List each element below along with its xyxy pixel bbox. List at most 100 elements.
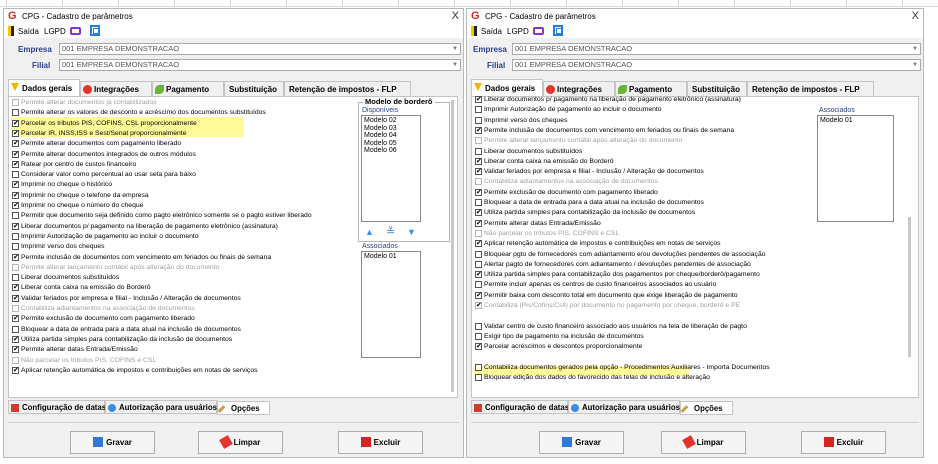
checkbox[interactable] xyxy=(12,274,19,282)
exit-door-icon[interactable] xyxy=(471,26,477,36)
tab-retencao-flp[interactable]: Retenção de impostos - FLP xyxy=(747,81,874,96)
tab-autorizacao-usuarios[interactable]: Autorização para usuários xyxy=(105,400,217,414)
checkbox[interactable] xyxy=(12,201,19,210)
checkbox[interactable] xyxy=(12,160,19,169)
checkbox[interactable] xyxy=(12,356,19,364)
exit-door-icon[interactable] xyxy=(8,26,14,36)
chevron-down-icon[interactable]: ▼ xyxy=(451,61,459,69)
checkbox[interactable] xyxy=(12,139,19,148)
monitor-icon[interactable] xyxy=(70,27,81,35)
tab-integracoes[interactable]: Integrações xyxy=(543,81,615,96)
excluir-button[interactable]: Excluir xyxy=(338,431,423,454)
checkbox[interactable] xyxy=(475,322,482,330)
checkbox[interactable] xyxy=(12,109,19,117)
checkbox[interactable] xyxy=(12,119,19,128)
checkbox[interactable] xyxy=(475,229,482,237)
move-down-icon[interactable]: ▼ xyxy=(407,227,416,237)
tab-dados-gerais[interactable]: Dados gerais xyxy=(8,79,80,96)
close-button[interactable]: X xyxy=(452,10,459,22)
filial-select[interactable]: 001 EMPRESA DEMONSTRACAO ▼ xyxy=(512,59,921,71)
checkbox[interactable] xyxy=(12,191,19,200)
chevron-down-icon[interactable]: ▼ xyxy=(911,61,919,69)
tab-configuracao-datas[interactable]: Configuração de datas xyxy=(8,400,106,414)
empresa-select[interactable]: 001 EMPRESA DEMONSTRACAO ▼ xyxy=(512,43,921,55)
checkbox[interactable] xyxy=(475,199,482,206)
checkbox[interactable] xyxy=(12,335,19,344)
checkbox[interactable] xyxy=(475,106,482,114)
checkbox[interactable] xyxy=(475,374,482,382)
tab-opcoes[interactable]: Opções xyxy=(217,401,270,415)
chevron-down-icon[interactable]: ▼ xyxy=(451,45,459,53)
menu-exit[interactable]: Saída xyxy=(18,27,39,36)
filial-select[interactable]: 001 EMPRESA DEMONSTRACAO ▼ xyxy=(59,59,461,71)
move-up-icon[interactable]: ▲ xyxy=(365,227,374,237)
checkbox[interactable] xyxy=(12,314,19,323)
checkbox[interactable] xyxy=(12,294,19,303)
checkbox[interactable] xyxy=(475,250,482,258)
chevron-down-icon[interactable]: ▼ xyxy=(911,45,919,53)
tab-pagamento[interactable]: Pagamento xyxy=(615,81,687,96)
checkbox[interactable] xyxy=(12,232,19,240)
checkbox[interactable] xyxy=(475,342,482,351)
close-button[interactable]: X xyxy=(912,10,919,22)
scrollbar[interactable] xyxy=(908,217,911,357)
checkbox[interactable] xyxy=(475,291,482,300)
tab-configuracao-datas[interactable]: Configuração de datas xyxy=(471,400,569,414)
calendar-icon[interactable] xyxy=(553,25,563,36)
checkbox[interactable] xyxy=(475,260,482,268)
excluir-button[interactable]: Excluir xyxy=(801,431,886,454)
checkbox[interactable] xyxy=(12,283,19,292)
checkbox[interactable] xyxy=(12,305,19,312)
checkbox[interactable] xyxy=(12,345,19,354)
tab-opcoes[interactable]: Opções xyxy=(680,401,733,415)
checkbox[interactable] xyxy=(12,263,19,271)
list-item[interactable]: Modelo 06 xyxy=(364,147,418,155)
tab-integracoes[interactable]: Integrações xyxy=(80,81,152,96)
checkbox[interactable] xyxy=(12,171,19,179)
empresa-select[interactable]: 001 EMPRESA DEMONSTRACAO ▼ xyxy=(59,43,461,55)
checkbox[interactable] xyxy=(475,363,482,371)
checkbox[interactable] xyxy=(475,219,482,228)
tab-substituicao[interactable]: Substituição xyxy=(687,81,747,96)
checkbox[interactable] xyxy=(12,150,19,159)
scrollbar[interactable] xyxy=(451,100,454,392)
checkbox[interactable] xyxy=(475,116,482,124)
gravar-button[interactable]: Gravar xyxy=(70,431,155,454)
checkbox[interactable] xyxy=(475,270,482,279)
tab-substituicao[interactable]: Substituição xyxy=(224,81,284,96)
list-item[interactable]: Modelo 01 xyxy=(820,117,891,125)
checkbox[interactable] xyxy=(12,129,19,138)
calendar-icon[interactable] xyxy=(90,25,100,36)
checkbox[interactable] xyxy=(475,167,482,176)
checkbox[interactable] xyxy=(475,208,482,217)
tab-retencao-flp[interactable]: Retenção de impostos - FLP xyxy=(284,81,411,96)
list-item[interactable]: Modelo 05 xyxy=(364,140,418,148)
list-item[interactable]: Modelo 01 xyxy=(364,253,418,261)
checkbox[interactable] xyxy=(12,180,19,189)
checkbox[interactable] xyxy=(12,99,19,106)
checkbox[interactable] xyxy=(12,243,19,251)
checkbox[interactable] xyxy=(12,366,19,375)
monitor-icon[interactable] xyxy=(533,27,544,35)
menu-exit[interactable]: Saída xyxy=(481,27,502,36)
tab-autorizacao-usuarios[interactable]: Autorização para usuários xyxy=(568,400,680,414)
checkbox[interactable] xyxy=(12,325,19,333)
gravar-button[interactable]: Gravar xyxy=(539,431,624,454)
associados-list[interactable]: Modelo 01 xyxy=(361,251,421,358)
checkbox[interactable] xyxy=(475,188,482,197)
checkbox[interactable] xyxy=(475,301,482,310)
checkbox[interactable] xyxy=(475,95,482,104)
list-item[interactable]: Modelo 02 xyxy=(364,117,418,125)
checkbox[interactable] xyxy=(475,281,482,289)
checkbox[interactable] xyxy=(475,332,482,340)
list-item[interactable]: Modelo 03 xyxy=(364,125,418,133)
associados-list[interactable]: Modelo 01 xyxy=(817,115,894,222)
list-item[interactable]: Modelo 04 xyxy=(364,132,418,140)
disponiveis-list[interactable]: Modelo 02 Modelo 03 Modelo 04 Modelo 05 Mode… xyxy=(361,115,421,222)
checkbox[interactable] xyxy=(12,212,19,220)
tab-pagamento[interactable]: Pagamento xyxy=(152,81,224,96)
checkbox[interactable] xyxy=(475,157,482,166)
checkbox[interactable] xyxy=(475,126,482,135)
checkbox[interactable] xyxy=(475,147,482,155)
checkbox[interactable] xyxy=(475,178,482,186)
